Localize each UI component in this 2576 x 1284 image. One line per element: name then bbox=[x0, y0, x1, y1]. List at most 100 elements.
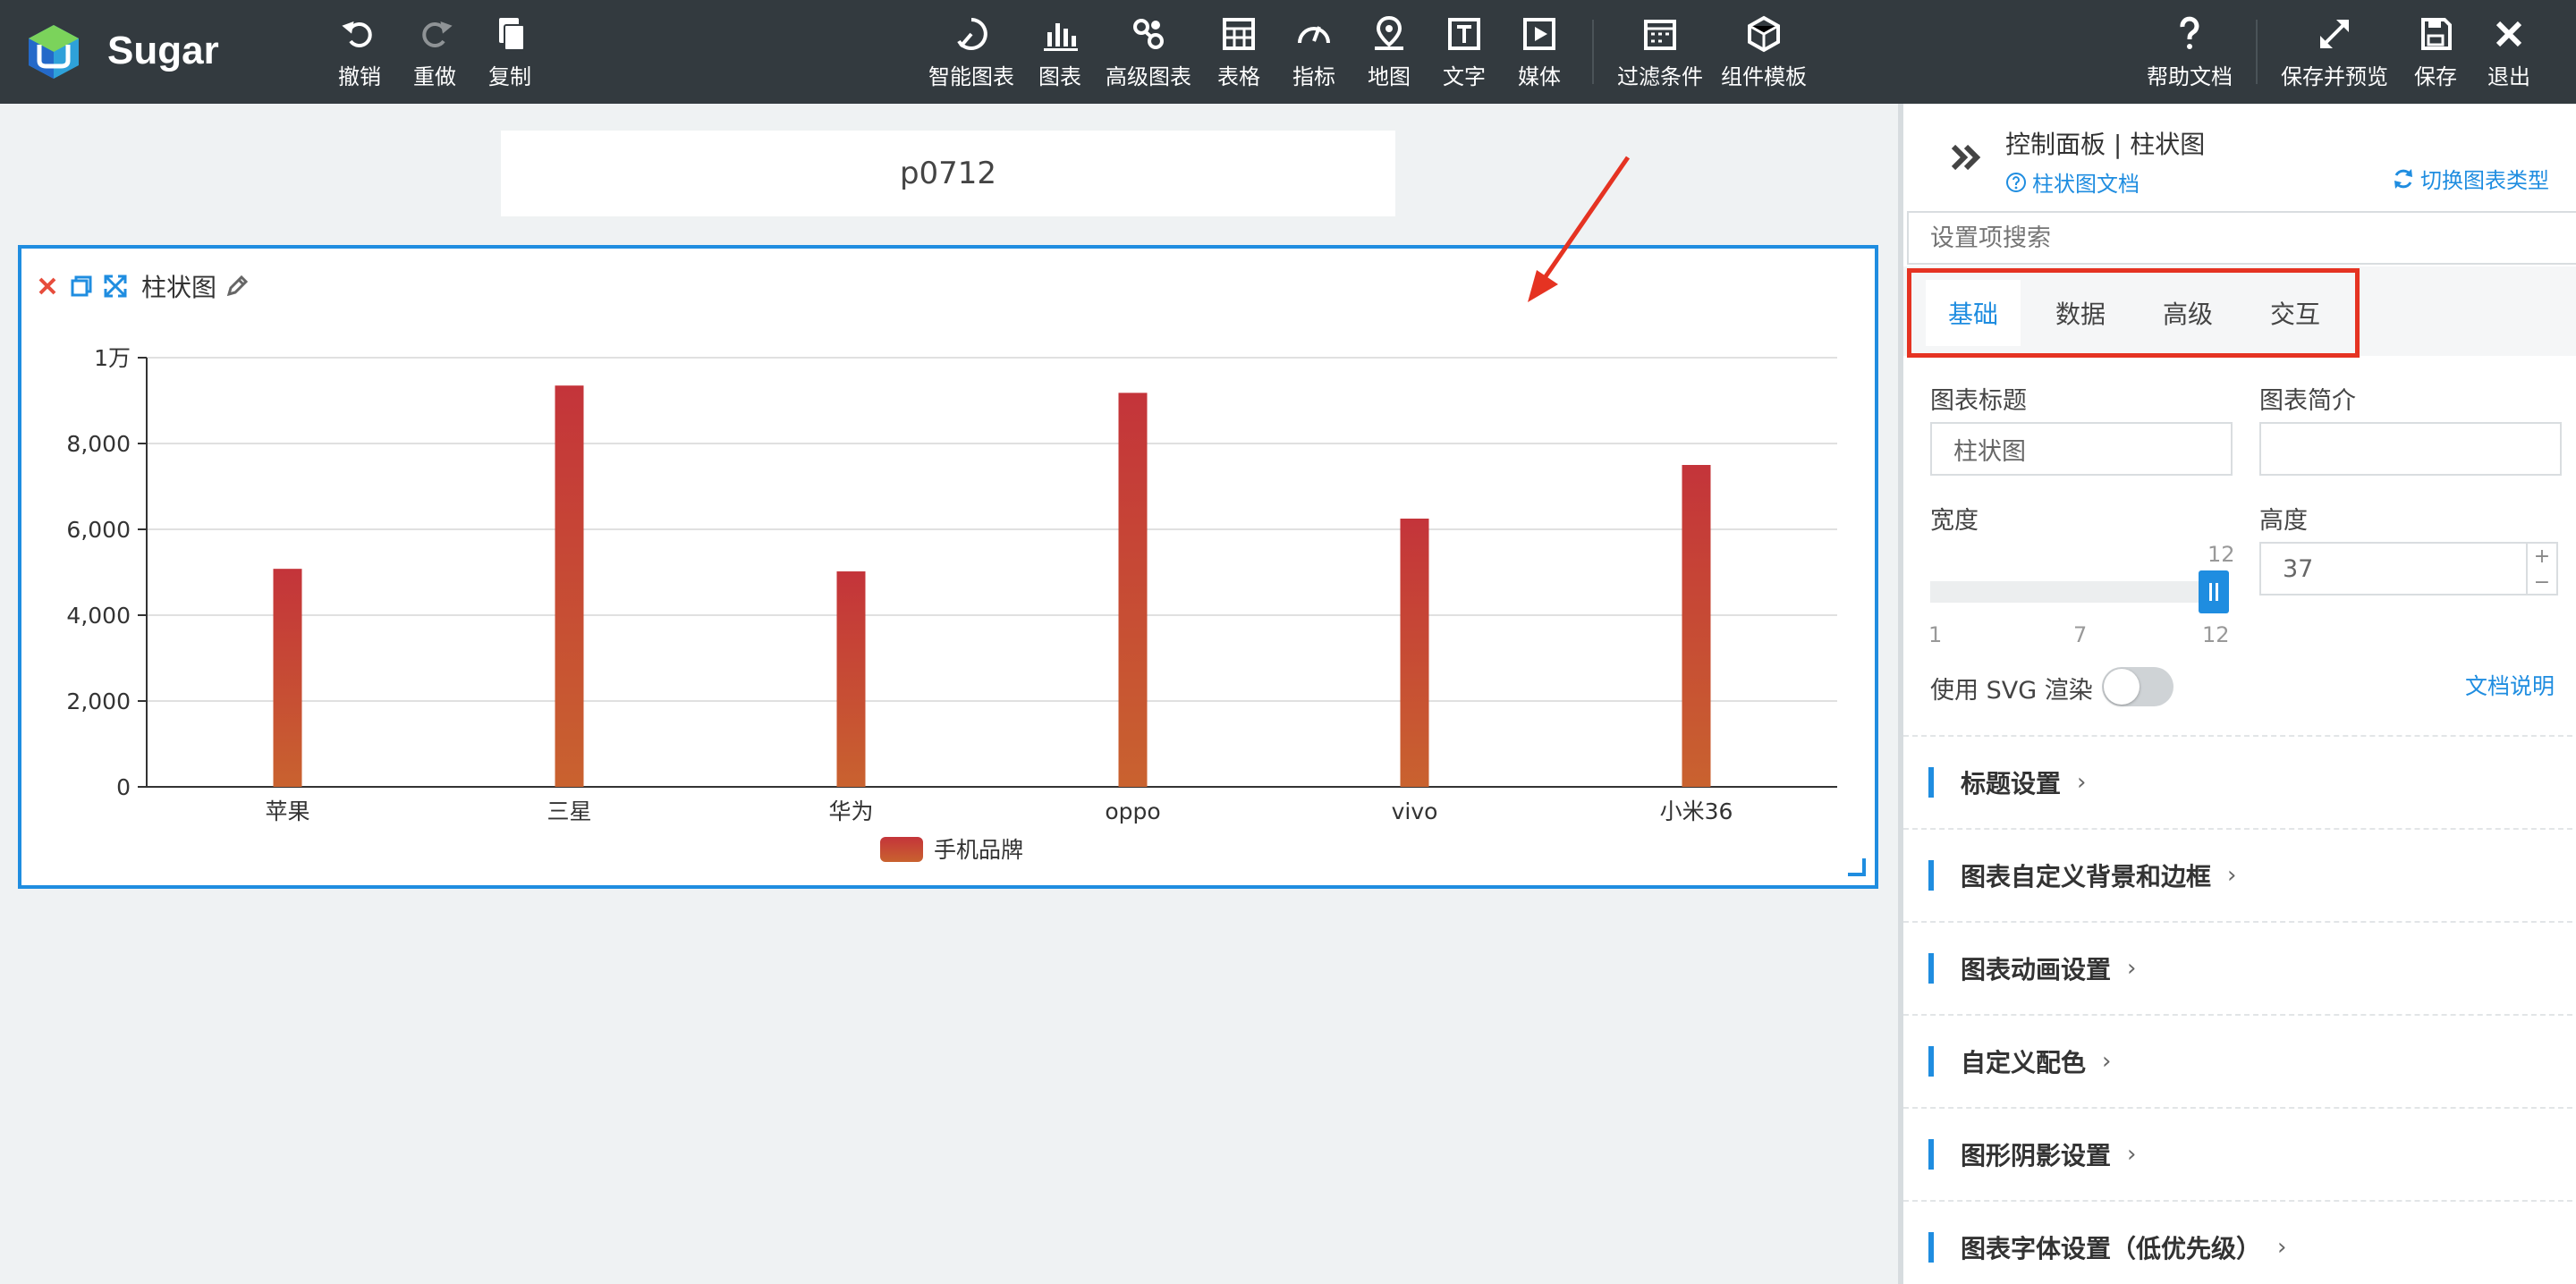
collapse-panel-icon[interactable] bbox=[1946, 138, 1986, 177]
chart-title-input[interactable]: 柱状图 bbox=[1930, 422, 2233, 476]
copy-icon bbox=[499, 17, 525, 51]
redo-button[interactable]: 重做 bbox=[410, 0, 460, 104]
chevron-right-icon: › bbox=[2077, 769, 2087, 796]
chart-doc-link[interactable]: 柱状图文档 bbox=[2005, 166, 2140, 198]
metric-button[interactable]: 指标 bbox=[1290, 0, 1338, 104]
advanced-chart-icon bbox=[1133, 18, 1164, 49]
help-doc-button[interactable]: 帮助文档 bbox=[2145, 0, 2234, 104]
help-doc-label: 帮助文档 bbox=[2147, 63, 2233, 89]
width-label: 宽度 bbox=[1930, 507, 1979, 535]
chevron-right-icon: › bbox=[2102, 1048, 2112, 1075]
settings-section[interactable]: 自定义配色 › bbox=[1903, 1014, 2576, 1107]
save-icon bbox=[2421, 17, 2452, 50]
bar-chart: 0 2,000 4,000 6,000 8,000 1万苹果 三星 华为 oppo vivo 小米3… bbox=[66, 345, 1837, 863]
delete-icon[interactable] bbox=[34, 273, 61, 300]
stepper-down-icon[interactable]: − bbox=[2534, 571, 2550, 594]
height-input[interactable]: 37 bbox=[2259, 542, 2558, 596]
chevron-right-icon: › bbox=[2277, 1234, 2287, 1261]
x-tick-label: oppo bbox=[1105, 798, 1160, 824]
bar-chart-icon bbox=[1044, 22, 1078, 51]
y-tick-label: 4,000 bbox=[66, 603, 131, 629]
switch-chart-type-button[interactable]: 切换图表类型 bbox=[2392, 163, 2549, 194]
text-button[interactable]: 文字 bbox=[1440, 0, 1488, 104]
exit-label: 退出 bbox=[2487, 63, 2530, 89]
svg-render-toggle[interactable] bbox=[2102, 667, 2174, 706]
copy-button[interactable]: 复制 bbox=[485, 0, 535, 104]
refresh-icon bbox=[2394, 168, 2412, 189]
bar bbox=[273, 569, 302, 787]
chevron-right-icon: › bbox=[2127, 1141, 2137, 1168]
section-title: 图表自定义背景和边框 bbox=[1961, 862, 2212, 891]
help-icon bbox=[2180, 16, 2199, 49]
height-stepper[interactable]: + − bbox=[2526, 544, 2556, 596]
fullscreen-icon[interactable] bbox=[102, 273, 129, 300]
settings-section[interactable]: 图形阴影设置 › bbox=[1903, 1107, 2576, 1200]
legend-label: 手机品牌 bbox=[934, 837, 1023, 863]
template-button[interactable]: 组件模板 bbox=[1719, 0, 1809, 104]
expand-icon bbox=[2320, 19, 2349, 48]
chart-desc-input[interactable] bbox=[2259, 422, 2562, 476]
page-title-box[interactable]: p0712 bbox=[501, 131, 1395, 216]
close-icon bbox=[2496, 21, 2522, 46]
map-button[interactable]: 地图 bbox=[1365, 0, 1413, 104]
stepper-up-icon[interactable]: + bbox=[2534, 545, 2550, 568]
exit-button[interactable]: 退出 bbox=[2485, 0, 2533, 104]
undo-label: 撤销 bbox=[338, 63, 381, 89]
metric-label: 指标 bbox=[1292, 63, 1335, 89]
bar bbox=[555, 385, 584, 787]
section-title: 图形阴影设置 bbox=[1961, 1141, 2112, 1170]
media-button[interactable]: 媒体 bbox=[1515, 0, 1563, 104]
settings-section[interactable]: 标题设置 › bbox=[1903, 735, 2576, 828]
smart-chart-icon bbox=[957, 17, 987, 50]
save-preview-button[interactable]: 保存并预览 bbox=[2279, 0, 2390, 104]
duplicate-icon[interactable] bbox=[68, 273, 95, 300]
chevron-right-icon: › bbox=[2127, 955, 2137, 982]
text-icon bbox=[1448, 17, 1480, 50]
chart-button[interactable]: 图表 bbox=[1036, 0, 1084, 104]
settings-section[interactable]: 图表动画设置 › bbox=[1903, 921, 2576, 1014]
gauge-icon bbox=[1298, 25, 1330, 43]
y-tick-label: 8,000 bbox=[66, 431, 131, 457]
pencil-icon[interactable] bbox=[224, 273, 250, 300]
save-button[interactable]: 保存 bbox=[2411, 0, 2460, 104]
chevron-right-icon: › bbox=[2227, 862, 2237, 889]
section-title: 图表字体设置（低优先级） bbox=[1961, 1234, 2262, 1263]
settings-search-input[interactable] bbox=[1907, 211, 2576, 265]
width-slider[interactable] bbox=[1930, 581, 2225, 603]
tab-interaction[interactable]: 交互 bbox=[2248, 280, 2343, 346]
tab-advanced[interactable]: 高级 bbox=[2140, 280, 2235, 346]
svg-doc-link[interactable]: 文档说明 bbox=[2465, 669, 2555, 701]
chart-card[interactable]: 0 2,000 4,000 6,000 8,000 1万 苹果 三星 华为 oppo vivo 小米3… bbox=[18, 245, 1878, 889]
bar bbox=[836, 571, 866, 787]
resize-handle[interactable] bbox=[1848, 858, 1866, 876]
settings-section[interactable]: 图表自定义背景和边框 › bbox=[1903, 828, 2576, 921]
advanced-chart-button[interactable]: 高级图表 bbox=[1104, 0, 1193, 104]
width-mid: 7 bbox=[2073, 622, 2088, 647]
help-circle-icon bbox=[2006, 172, 2026, 192]
media-icon bbox=[1523, 17, 1555, 50]
text-label: 文字 bbox=[1443, 63, 1486, 89]
section-accent-bar bbox=[1928, 1232, 1934, 1263]
chart-card-title: 柱状图 bbox=[141, 273, 217, 302]
section-accent-bar bbox=[1928, 1046, 1934, 1077]
y-tick-label: 1万 bbox=[94, 345, 131, 371]
smart-chart-button[interactable]: 智能图表 bbox=[927, 0, 1016, 104]
table-button[interactable]: 表格 bbox=[1215, 0, 1263, 104]
section-accent-bar bbox=[1928, 767, 1934, 798]
settings-section[interactable]: 图表字体设置（低优先级） › bbox=[1903, 1200, 2576, 1284]
top-toolbar: Sugar 撤销 重做 复制 智能图表 图表 高级图表 表格 指标 地图 文字 bbox=[0, 0, 2576, 104]
table-label: 表格 bbox=[1217, 63, 1260, 89]
map-pin-icon bbox=[1375, 15, 1403, 50]
undo-button[interactable]: 撤销 bbox=[335, 0, 385, 104]
filter-button[interactable]: 过滤条件 bbox=[1615, 0, 1705, 104]
switch-chart-type-label: 切换图表类型 bbox=[2420, 168, 2549, 193]
width-max: 12 bbox=[2202, 622, 2230, 647]
save-preview-label: 保存并预览 bbox=[2281, 63, 2388, 89]
control-panel: 控制面板 | 柱状图 柱状图文档 切换图表类型 基础 数据 高级 交互 图表标题… bbox=[1898, 104, 2576, 1284]
tab-basic[interactable]: 基础 bbox=[1926, 280, 2021, 346]
tab-data[interactable]: 数据 bbox=[2033, 280, 2128, 346]
chart-doc-label: 柱状图文档 bbox=[2032, 172, 2140, 197]
chart-desc-label: 图表简介 bbox=[2259, 387, 2356, 415]
section-accent-bar bbox=[1928, 953, 1934, 984]
width-slider-handle[interactable] bbox=[2199, 570, 2229, 613]
